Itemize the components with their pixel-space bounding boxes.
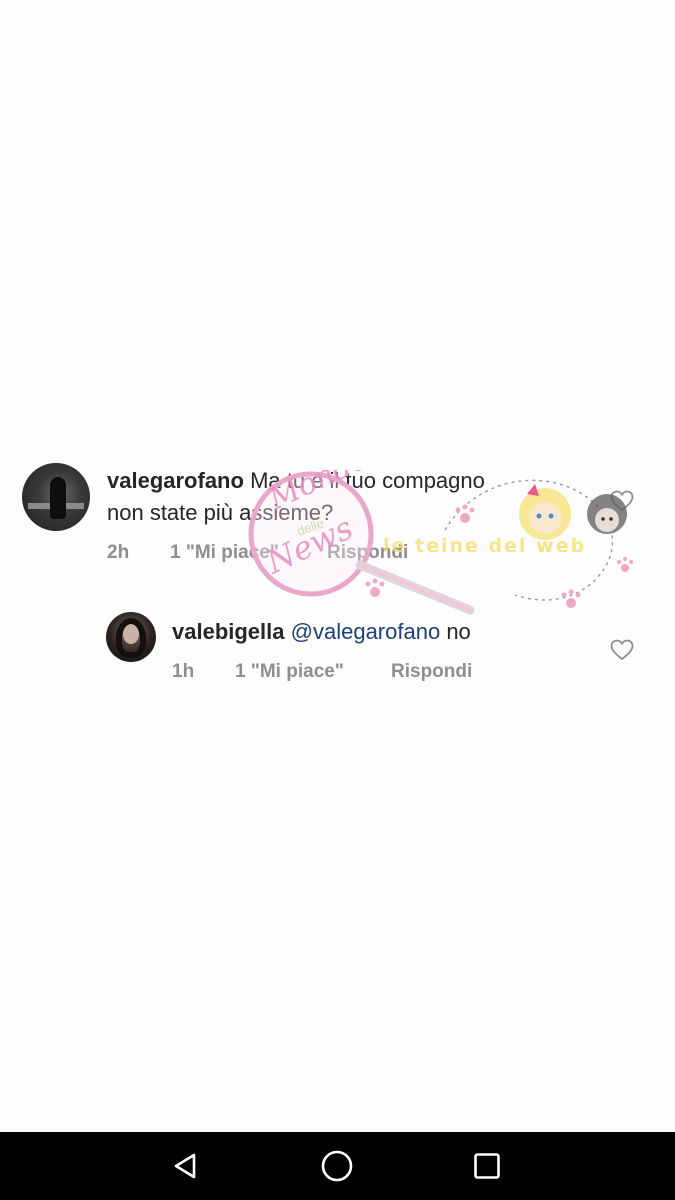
- home-circle-icon: [321, 1150, 353, 1182]
- comment-area: valegarofano Ma tu e il tuo compagno non…: [0, 0, 675, 1132]
- watermark-brand-right: le teine del web: [383, 535, 586, 557]
- comment-username[interactable]: valegarofano: [107, 468, 244, 493]
- avatar[interactable]: [106, 612, 156, 662]
- comment-time: 1h: [172, 661, 195, 682]
- comment-time: 2h: [107, 542, 130, 563]
- navigation-bar: [0, 1132, 675, 1200]
- reply-button[interactable]: Rispondi: [327, 542, 408, 564]
- comment-likes-count[interactable]: 1 "Mi piace": [170, 542, 279, 564]
- avatar-photo-person: [50, 477, 66, 519]
- screen: valegarofano Ma tu e il tuo compagno non…: [0, 0, 675, 1200]
- comment-username[interactable]: valebigella: [172, 619, 285, 644]
- back-button[interactable]: [166, 1146, 206, 1186]
- recents-button[interactable]: [467, 1146, 507, 1186]
- reply-text-line: valebigella @valegarofano no: [172, 617, 471, 647]
- avatar-photo-hair: [116, 618, 146, 658]
- reply-button[interactable]: Rispondi: [391, 661, 472, 683]
- comment-body-line2: non state più assieme?: [107, 500, 334, 525]
- heart-icon[interactable]: [610, 639, 634, 661]
- dotted-trail: [444, 479, 614, 601]
- home-button[interactable]: [317, 1146, 357, 1186]
- comment-likes-count[interactable]: 1 "Mi piace": [235, 661, 344, 683]
- comment-body: no: [446, 619, 471, 644]
- heart-icon[interactable]: [610, 490, 634, 512]
- mention-link[interactable]: @valegarofano: [291, 619, 441, 644]
- recents-square-icon: [474, 1153, 500, 1179]
- magnifier-handle-icon: [355, 560, 475, 615]
- cartoon-girl-blonde-icon: [519, 484, 571, 540]
- comment-text-line: valegarofano Ma tu e il tuo compagno: [107, 466, 485, 496]
- comment-body: Ma tu e il tuo compagno: [250, 468, 485, 493]
- avatar[interactable]: [22, 463, 90, 531]
- back-triangle-icon: [174, 1153, 196, 1179]
